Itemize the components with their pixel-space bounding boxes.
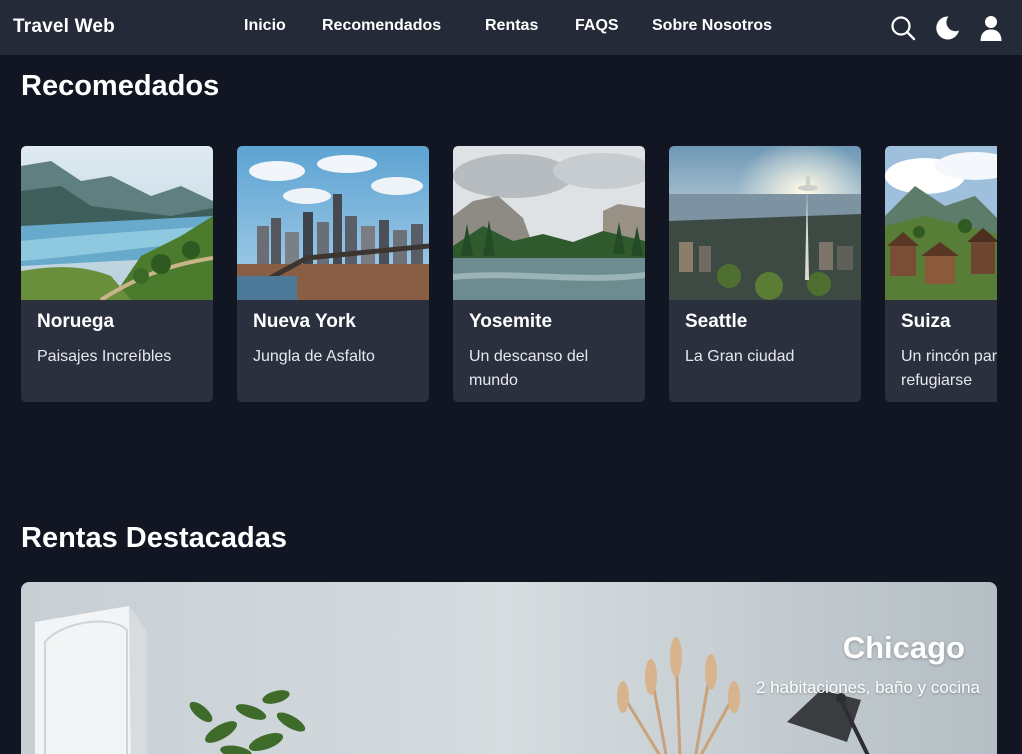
nav-link-sobre-nosotros[interactable]: Sobre Nosotros bbox=[652, 17, 772, 35]
nav-link-inicio[interactable]: Inicio bbox=[244, 17, 286, 35]
card-description: Un descanso del mundo bbox=[469, 348, 589, 389]
nav-link-recomendados[interactable]: Recomendados bbox=[322, 17, 441, 35]
destination-card-nueva-york[interactable]: Nueva York Jungla de Asfalto bbox=[237, 146, 429, 402]
rental-description: 2 habitaciones, baño y cocina bbox=[756, 678, 980, 697]
card-description: Paisajes Increíbles bbox=[37, 348, 172, 365]
site-logo[interactable]: Travel Web bbox=[13, 16, 115, 38]
user-icon[interactable] bbox=[977, 14, 1005, 42]
nav-link-rentas[interactable]: Rentas bbox=[485, 17, 538, 35]
moon-icon[interactable] bbox=[933, 14, 961, 42]
card-description: Un rincón para refugiarse bbox=[901, 348, 997, 389]
card-image-suiza bbox=[885, 146, 997, 300]
rentals-section-title: Rentas Destacadas bbox=[21, 522, 287, 554]
card-image-yosemite bbox=[453, 146, 645, 300]
rental-title: Chicago bbox=[842, 630, 965, 665]
card-title: Yosemite bbox=[469, 311, 553, 332]
rental-image bbox=[21, 582, 997, 754]
card-title: Seattle bbox=[685, 311, 748, 332]
search-icon[interactable] bbox=[889, 14, 917, 42]
card-image-noruega bbox=[21, 146, 213, 300]
card-description: Jungla de Asfalto bbox=[253, 348, 375, 365]
nav-link-faqs[interactable]: FAQS bbox=[575, 17, 619, 35]
card-image-seattle bbox=[669, 146, 861, 300]
card-title: Nueva York bbox=[253, 311, 356, 332]
destination-card-seattle[interactable]: Seattle La Gran ciudad bbox=[669, 146, 861, 402]
top-navbar: Travel Web Inicio Recomendados Rentas FA… bbox=[0, 0, 1022, 55]
card-title: Suiza bbox=[901, 311, 951, 332]
card-description: La Gran ciudad bbox=[685, 348, 795, 365]
recommended-section-title: Recomedados bbox=[21, 70, 220, 102]
featured-rental-card[interactable]: Chicago 2 habitaciones, baño y cocina bbox=[21, 582, 997, 754]
destination-card-noruega[interactable]: Noruega Paisajes Increíbles bbox=[21, 146, 213, 402]
destination-card-yosemite[interactable]: Yosemite Un descanso del mundo bbox=[453, 146, 645, 402]
card-title: Noruega bbox=[37, 311, 115, 332]
recommended-carousel[interactable]: Noruega Paisajes Increíbles Nueva York J… bbox=[21, 146, 997, 402]
destination-card-suiza[interactable]: Suiza Un rincón para refugiarse bbox=[885, 146, 997, 402]
card-image-nueva-york bbox=[237, 146, 429, 300]
